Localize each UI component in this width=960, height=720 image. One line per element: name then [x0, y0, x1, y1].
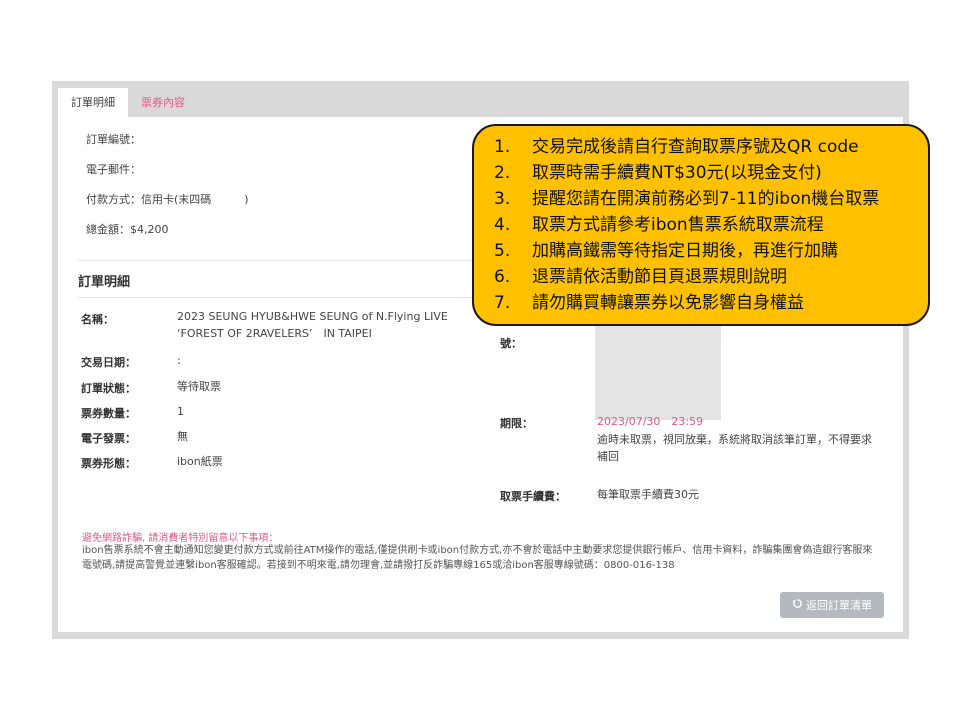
payment-method: 付款方式：信用卡(末四碼 ) — [86, 193, 249, 206]
notice-number: 7. — [494, 293, 511, 313]
tab-order-details[interactable]: 訂單明細 — [58, 88, 128, 117]
e-invoice: 無 — [177, 430, 188, 443]
fee-label: 取票手續費： — [500, 490, 566, 503]
notice-number: 2. — [494, 163, 511, 183]
event-name: 2023 SEUNG HYUB&HWE SEUNG of N.Flying LI… — [177, 310, 448, 340]
tab-bar: 訂單明細 票券內容 — [58, 88, 198, 117]
notice-item: 5. 加購高鐵需等待指定日期後，再進行加購 — [494, 238, 879, 264]
detail-label-invoice: 電子發票： — [81, 432, 136, 445]
order-status: 等待取票 — [177, 380, 221, 393]
notice-number: 4. — [494, 215, 511, 235]
back-button-label: 返回訂單清單 — [806, 599, 872, 612]
ticket-quantity: 1 — [177, 405, 184, 418]
warning-title: 避免網路詐騙, 請消費者特別留意以下事項： — [82, 533, 279, 544]
notice-text: 退票請依活動節目頁退票規則說明 — [532, 267, 787, 287]
notice-text: 取票時需手續費NT$30元(以現金支付) — [532, 163, 822, 183]
detail-label-status: 訂單狀態： — [81, 382, 136, 395]
notice-number: 1. — [494, 137, 511, 157]
deadline-note: 逾時未取票，視同放棄，系統將取消該筆訂單，不得要求補回 — [597, 433, 872, 463]
section-title: 訂單明細 — [78, 275, 131, 290]
notice-number: 5. — [494, 241, 511, 261]
notice-list: 1. 交易完成後請自行查詢取票序號及QR code 2. 取票時需手續費NT$30元… — [494, 134, 879, 316]
notice-text: 交易完成後請自行查詢取票序號及QR code — [532, 137, 859, 157]
notice-item: 6. 退票請依活動節目頁退票規則說明 — [494, 264, 879, 290]
back-to-order-list-button[interactable]: 返回訂單清單 — [780, 592, 884, 618]
qr-code-placeholder — [595, 318, 721, 420]
notice-item: 1. 交易完成後請自行查詢取票序號及QR code — [494, 134, 879, 160]
notice-number: 3. — [494, 189, 511, 209]
ticket-type: ibon紙票 — [177, 455, 223, 468]
total-amount: 總金額：$4,200 — [86, 223, 169, 236]
detail-label-ticket-type: 票券形態： — [81, 457, 136, 470]
warning-text: ibon售票系統不會主動通知您變更付款方式或前往ATM操作的電話,僅提供刷卡或i… — [82, 545, 873, 571]
notice-text: 提醒您請在開演前務必到7-11的ibon機台取票 — [532, 189, 880, 209]
ticket-number-label: 號： — [500, 337, 522, 350]
detail-label-date: 交易日期： — [81, 356, 136, 369]
notice-number: 6. — [494, 267, 511, 287]
notice-text: 加購高鐵需等待指定日期後，再進行加購 — [532, 241, 838, 261]
email-label: 電子郵件： — [86, 163, 141, 176]
fee-value: 每筆取票手續費30元 — [597, 488, 699, 501]
deadline-label: 期限： — [500, 417, 533, 430]
detail-label-name: 名稱： — [81, 313, 114, 326]
notice-item: 3. 提醒您請在開演前務必到7-11的ibon機台取票 — [494, 186, 879, 212]
tab-ticket-content[interactable]: 票券內容 — [128, 88, 198, 117]
notice-item: 2. 取票時需手續費NT$30元(以現金支付) — [494, 160, 879, 186]
notice-text: 取票方式請參考ibon售票系統取票流程 — [532, 215, 824, 235]
refresh-icon — [792, 598, 803, 612]
notice-item: 4. 取票方式請參考ibon售票系統取票流程 — [494, 212, 879, 238]
notice-text: 請勿購買轉讓票券以免影響自身權益 — [532, 293, 804, 313]
order-number-label: 訂單編號： — [86, 133, 141, 146]
deadline-value: 2023/07/30 23:59 — [597, 415, 704, 428]
detail-label-quantity: 票券數量： — [81, 407, 136, 420]
transaction-date: : — [177, 354, 181, 367]
notice-callout: 1. 交易完成後請自行查詢取票序號及QR code 2. 取票時需手續費NT$30元… — [472, 124, 930, 326]
notice-item: 7. 請勿購買轉讓票券以免影響自身權益 — [494, 290, 879, 316]
